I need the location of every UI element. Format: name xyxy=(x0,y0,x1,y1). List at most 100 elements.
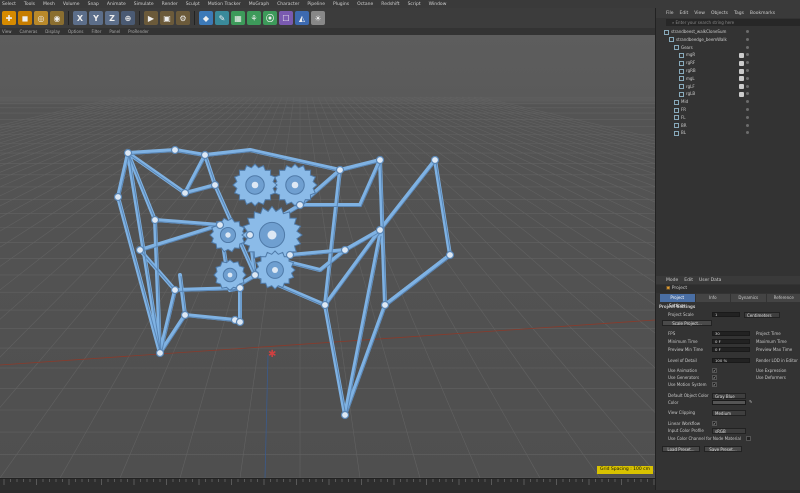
menu-volume[interactable]: Volume xyxy=(63,2,80,7)
move-icon[interactable]: ✚ xyxy=(2,11,16,25)
menu-plugins[interactable]: Plugins xyxy=(333,2,349,7)
use-generators-checkbox[interactable]: ✓ xyxy=(712,375,717,380)
3d-viewport[interactable]: ✱ xyxy=(0,35,655,478)
preview-min-time-field[interactable]: 0 F xyxy=(712,347,750,352)
linkage-rod[interactable] xyxy=(128,150,175,153)
use-color-channel-checkbox[interactable] xyxy=(746,436,751,441)
project-scale-field[interactable]: 1 xyxy=(712,312,740,317)
eyedropper-icon[interactable]: ✎ xyxy=(749,399,752,404)
object-row[interactable]: Mid xyxy=(656,98,800,106)
scale-icon[interactable]: ◼ xyxy=(18,11,32,25)
object-row[interactable]: strandbeedge_beemWalk xyxy=(656,36,800,44)
fps-field[interactable]: 30 xyxy=(712,331,750,336)
pivot-joint[interactable] xyxy=(382,302,389,309)
menu-render[interactable]: Render xyxy=(162,2,178,7)
menu-script[interactable]: Script xyxy=(408,2,421,7)
scale-project-button[interactable]: Scale Project... xyxy=(662,320,712,326)
pivot-joint[interactable] xyxy=(202,152,209,159)
save-preset-button[interactable]: Save Preset... xyxy=(704,446,742,452)
visibility-dot-icon[interactable] xyxy=(746,69,749,72)
tab-reference[interactable]: Reference xyxy=(767,294,800,302)
om-menu-file[interactable]: File xyxy=(666,11,674,16)
use-animation-checkbox[interactable]: ✓ xyxy=(712,368,717,373)
object-row[interactable]: Gears xyxy=(656,44,800,52)
default-object-color-dropdown[interactable]: Gray Blue xyxy=(712,393,746,399)
x-axis-toggle[interactable]: X xyxy=(73,11,87,25)
view-clipping-dropdown[interactable]: Medium xyxy=(712,410,746,416)
linear-workflow-checkbox[interactable]: ✓ xyxy=(712,421,717,426)
render-picture-viewer-icon[interactable]: ▣ xyxy=(160,11,174,25)
rotate-icon[interactable]: ◎ xyxy=(34,11,48,25)
deformer-icon[interactable]: ⦿ xyxy=(263,11,277,25)
render-settings-icon[interactable]: ⚙ xyxy=(176,11,190,25)
object-row[interactable]: BR xyxy=(656,122,800,130)
menu-pipeline[interactable]: Pipeline xyxy=(307,2,325,7)
linkage-rod[interactable] xyxy=(345,235,380,415)
object-row[interactable]: rgRB xyxy=(656,67,800,75)
menu-animate[interactable]: Animate xyxy=(107,2,126,7)
linkage-rod[interactable] xyxy=(340,160,380,170)
light-icon[interactable]: ☀ xyxy=(311,11,325,25)
tab-info[interactable]: Info xyxy=(696,294,731,302)
material-tag-icon[interactable] xyxy=(739,69,744,74)
menu-redshift[interactable]: Redshift xyxy=(381,2,399,7)
pivot-joint[interactable] xyxy=(172,287,179,294)
material-tag-icon[interactable] xyxy=(739,61,744,66)
visibility-dot-icon[interactable] xyxy=(746,53,749,56)
pivot-joint[interactable] xyxy=(115,194,122,201)
linkage-rod[interactable] xyxy=(325,305,345,415)
menu-mograph[interactable]: MoGraph xyxy=(249,2,269,7)
menu-motion-tracker[interactable]: Motion Tracker xyxy=(208,2,241,7)
linkage-rod[interactable] xyxy=(360,160,380,205)
menu-octane[interactable]: Octane xyxy=(357,2,373,7)
color-swatch[interactable] xyxy=(712,400,746,405)
vp-menu-filter[interactable]: Filter xyxy=(91,29,101,34)
pivot-joint[interactable] xyxy=(247,232,254,239)
object-search-input[interactable]: ⌕ Enter your search string here xyxy=(666,19,800,26)
am-menu-user-data[interactable]: User Data xyxy=(699,278,721,283)
menu-sculpt[interactable]: Sculpt xyxy=(186,2,200,7)
menu-character[interactable]: Character xyxy=(277,2,299,7)
pivot-joint[interactable] xyxy=(297,202,304,209)
pivot-joint[interactable] xyxy=(337,167,344,174)
pivot-joint[interactable] xyxy=(342,412,349,419)
menu-tools[interactable]: Tools xyxy=(24,2,35,7)
om-menu-edit[interactable]: Edit xyxy=(680,11,689,16)
material-tag-icon[interactable] xyxy=(739,53,744,58)
cube-icon[interactable]: ◆ xyxy=(199,11,213,25)
timeline-ruler[interactable] xyxy=(0,478,655,490)
pivot-joint[interactable] xyxy=(432,157,439,164)
pivot-joint[interactable] xyxy=(377,157,384,164)
vp-menu-options[interactable]: Options xyxy=(68,29,83,34)
pivot-joint[interactable] xyxy=(342,247,349,254)
render-view-icon[interactable]: ▶ xyxy=(144,11,158,25)
cloner-icon[interactable]: ⚘ xyxy=(247,11,261,25)
object-row[interactable]: FR xyxy=(656,106,800,114)
menu-simulate[interactable]: Simulate xyxy=(134,2,154,7)
vp-menu-prorender[interactable]: ProRender xyxy=(128,29,149,34)
visibility-dot-icon[interactable] xyxy=(746,38,749,41)
pivot-joint[interactable] xyxy=(237,285,244,292)
pivot-joint[interactable] xyxy=(172,147,179,154)
am-menu-mode[interactable]: Mode xyxy=(666,278,678,283)
visibility-dot-icon[interactable] xyxy=(746,124,749,127)
project-scale-unit-dropdown[interactable]: Centimeters xyxy=(744,312,780,318)
pivot-joint[interactable] xyxy=(237,319,244,326)
linkage-rod[interactable] xyxy=(180,275,185,315)
tab-project-settings[interactable]: Project Settings xyxy=(660,294,695,302)
visibility-dot-icon[interactable] xyxy=(746,85,749,88)
visibility-dot-icon[interactable] xyxy=(746,108,749,111)
visibility-dot-icon[interactable] xyxy=(746,30,749,33)
object-row[interactable]: FL xyxy=(656,114,800,122)
pivot-joint[interactable] xyxy=(322,302,329,309)
visibility-dot-icon[interactable] xyxy=(746,92,749,95)
gear[interactable] xyxy=(233,164,277,206)
z-axis-toggle[interactable]: Z xyxy=(105,11,119,25)
material-tag-icon[interactable] xyxy=(739,76,744,81)
om-menu-view[interactable]: View xyxy=(694,11,705,16)
pivot-joint[interactable] xyxy=(182,190,189,197)
pivot-joint[interactable] xyxy=(217,222,224,229)
om-menu-tags[interactable]: Tags xyxy=(734,11,744,16)
level-of-detail-field[interactable]: 100 % xyxy=(712,358,750,363)
vp-menu-panel[interactable]: Panel xyxy=(109,29,120,34)
